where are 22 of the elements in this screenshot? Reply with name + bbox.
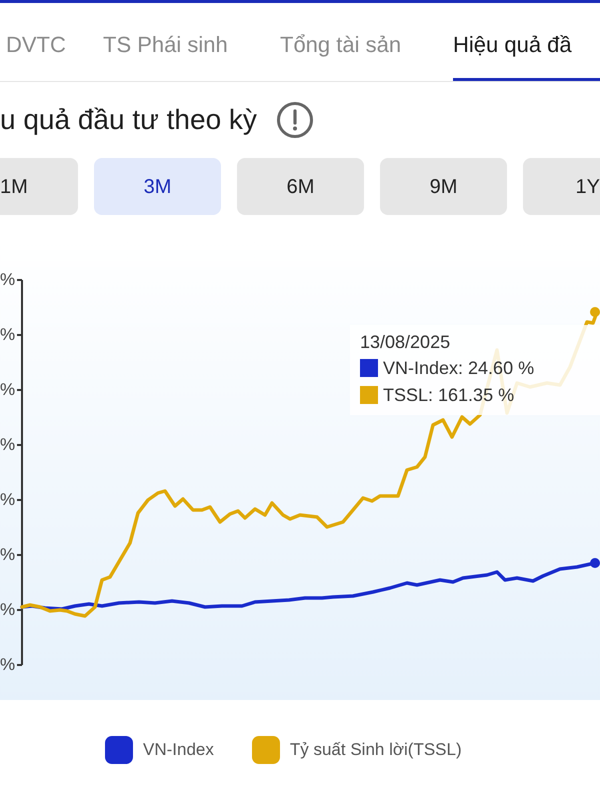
- y-axis-label: %: [0, 380, 16, 400]
- tooltip-date: 13/08/2025: [360, 331, 450, 353]
- tooltip-value: TSSL: 161.35 %: [383, 384, 514, 406]
- y-axis-label: %: [0, 600, 16, 620]
- period-button[interactable]: 6M: [237, 158, 364, 215]
- period-button[interactable]: 1M: [0, 158, 78, 215]
- period-button[interactable]: 9M: [380, 158, 507, 215]
- section-title: u quả đầu tư theo kỳ: [0, 106, 257, 134]
- tooltip-value: VN-Index: 24.60 %: [383, 357, 534, 379]
- period-button[interactable]: 3M: [94, 158, 221, 215]
- legend-label: Tỷ suất Sinh lời(TSSL): [290, 739, 462, 762]
- point-marker-icon: [590, 307, 600, 317]
- info-icon[interactable]: [276, 102, 313, 138]
- legend-label: VN-Index: [143, 739, 214, 762]
- period-button[interactable]: 1Y: [523, 158, 600, 215]
- y-axis-label: %: [0, 655, 16, 675]
- y-axis-label: %: [0, 490, 16, 510]
- y-axis-label: %: [0, 270, 16, 290]
- y-axis-label: %: [0, 325, 16, 345]
- point-marker-icon: [590, 558, 600, 568]
- y-axis-label: %: [0, 545, 16, 565]
- y-axis-label: %: [0, 435, 16, 455]
